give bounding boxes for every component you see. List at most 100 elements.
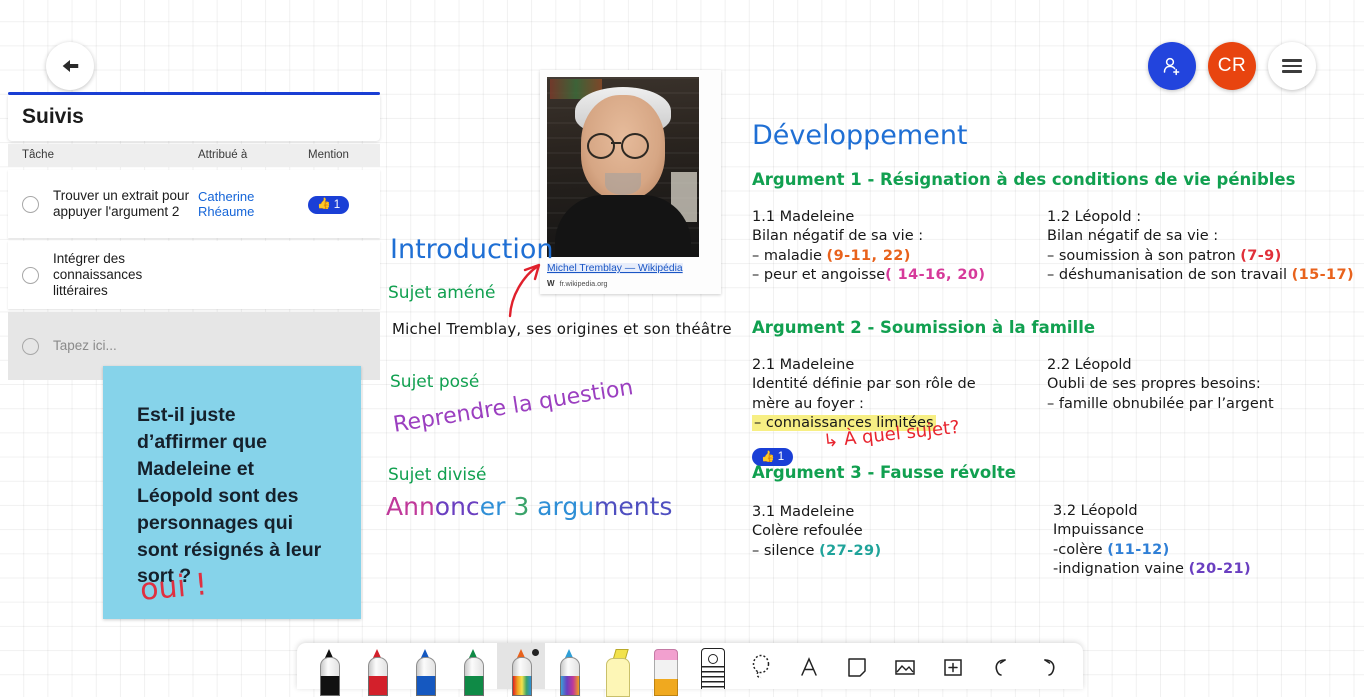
block-subtitle: Bilan négatif de sa vie : — [1047, 228, 1219, 245]
block-subtitle: Identité définie par son rôle de mère au… — [752, 376, 976, 412]
block-item: – soumission à son patron (7-9) — [1047, 247, 1282, 264]
argument-2-heading: Argument 2 - Soumission à la famille — [752, 318, 1096, 337]
task-checkbox[interactable] — [22, 195, 39, 213]
portrait-photo — [547, 77, 699, 257]
tool-pen-green[interactable] — [449, 643, 497, 696]
argument-2-right-block: 2.2 Léopold Oubli de ses propres besoins… — [1047, 356, 1274, 414]
tool-undo[interactable] — [977, 643, 1025, 689]
block-title: 2.2 Léopold — [1047, 357, 1132, 373]
column-header-mention: Mention — [308, 149, 349, 161]
task-checkbox[interactable] — [22, 337, 39, 355]
tool-pen-red[interactable] — [353, 643, 401, 696]
lasso-select-icon — [752, 654, 770, 679]
mention-count: 1 — [777, 451, 785, 463]
pen-black-icon — [318, 649, 340, 696]
wiki-card-source: W fr.wikipedia.org — [547, 279, 714, 288]
block-title: 1.2 Léopold : — [1047, 209, 1142, 225]
tool-eraser[interactable] — [641, 643, 689, 696]
table-row[interactable]: Intégrer des connaissances littéraires — [8, 241, 380, 309]
ruler-icon — [701, 648, 725, 689]
block-item: – maladie (9-11, 22) — [752, 247, 911, 264]
argument-2-left-block: 2.1 Madeleine Identité définie par son r… — [752, 356, 1002, 433]
task-checkbox[interactable] — [22, 266, 39, 284]
add-person-button[interactable] — [1148, 42, 1196, 90]
block-subtitle: Impuissance — [1053, 522, 1144, 539]
task-label: Trouver un extrait pour appuyer l'argume… — [53, 188, 190, 219]
undo-icon — [995, 659, 1006, 676]
add-person-icon — [1163, 57, 1180, 76]
block-subtitle: Bilan négatif de sa vie : — [752, 228, 924, 245]
pen-red-icon — [366, 649, 388, 696]
sticky-note-icon — [848, 658, 866, 677]
block-item: -indignation vaine (20-21) — [1053, 560, 1251, 577]
column-header-assignee: Attribué à — [198, 149, 248, 161]
mention-count: 1 — [333, 198, 341, 211]
tool-insert-shape[interactable] — [929, 643, 977, 689]
tool-pen-black[interactable] — [305, 643, 353, 696]
drawing-toolbar[interactable] — [297, 643, 1083, 697]
pen-rainbow-icon — [510, 649, 532, 696]
avatar-initials: CR — [1217, 55, 1247, 76]
line-reference: (11-12) — [1107, 541, 1170, 558]
pen-blue-icon — [414, 649, 436, 696]
sticky-note-text: Est-il juste d’affirmer que Madeleine et… — [137, 404, 322, 588]
block-item: -colère (11-12) — [1053, 541, 1170, 558]
wikipedia-link-card[interactable]: Michel Tremblay — Wikipédia W fr.wikiped… — [540, 70, 721, 294]
argument-1-heading: Argument 1 - Résignation à des condition… — [752, 170, 1296, 189]
redo-icon — [1044, 659, 1055, 676]
argument-1-left-block: 1.1 Madeleine Bilan négatif de sa vie : … — [752, 208, 985, 285]
label-sujet-amene: Sujet améné — [388, 283, 496, 303]
curved-arrow-icon — [508, 263, 541, 318]
tool-text[interactable] — [785, 643, 833, 689]
highlighter-icon — [605, 649, 630, 697]
text-icon — [801, 657, 817, 676]
table-column-headers: Tâche Attribué à Mention — [8, 144, 380, 167]
block-item: – peur et angoisse( 14-16, 20) — [752, 266, 986, 283]
tool-insert-image[interactable] — [881, 643, 929, 689]
line-reference: (20-21) — [1188, 560, 1251, 577]
intro-sujet-divise-note: Annoncer 3 arguments — [386, 492, 673, 521]
wiki-card-title[interactable]: Michel Tremblay — Wikipédia — [547, 263, 683, 274]
pen-green-icon — [462, 649, 484, 696]
plus-box-icon — [944, 659, 962, 676]
avatar[interactable]: CR — [1208, 42, 1256, 90]
line-reference: (7-9) — [1240, 247, 1282, 264]
menu-button[interactable] — [1268, 42, 1316, 90]
mention-badge[interactable]: 👍 1 — [308, 195, 350, 214]
hamburger-menu-icon — [1282, 59, 1302, 73]
tool-pen-blue[interactable] — [401, 643, 449, 696]
table-row[interactable]: Trouver un extrait pour appuyer l'argume… — [8, 170, 380, 238]
pen-galaxy-icon — [558, 649, 580, 696]
task-assignee[interactable]: Catherine Rhéaume — [198, 189, 308, 219]
tool-highlighter-yellow[interactable] — [593, 643, 641, 697]
panel-header: Suivis — [8, 95, 380, 141]
wiki-source-domain: fr.wikipedia.org — [559, 279, 608, 288]
development-heading: Développement — [752, 120, 968, 151]
tool-redo[interactable] — [1025, 643, 1073, 689]
block-title: 1.1 Madeleine — [752, 209, 855, 225]
block-item: – famille obnubilée par l’argent — [1047, 395, 1274, 412]
tool-ruler[interactable] — [689, 643, 737, 689]
block-title: 3.1 Madeleine — [752, 504, 855, 520]
line-reference: (27-29) — [819, 542, 882, 559]
block-title: 2.1 Madeleine — [752, 357, 855, 373]
new-task-input[interactable]: Tapez ici... — [53, 338, 213, 354]
label-sujet-pose: Sujet posé — [390, 372, 480, 392]
task-mention[interactable]: 👍 1 — [308, 194, 366, 214]
page-title: Suivis — [22, 105, 84, 128]
column-header-task: Tâche — [22, 149, 54, 161]
image-icon — [895, 660, 915, 675]
intro-sujet-amene-text: Michel Tremblay, ses origines et son thé… — [392, 320, 732, 338]
tool-lasso-select[interactable] — [737, 643, 785, 689]
back-button[interactable] — [46, 42, 94, 90]
argument-3-right-block: 3.2 Léopold Impuissance -colère (11-12) … — [1053, 502, 1251, 579]
tool-sticky-note[interactable] — [833, 643, 881, 689]
eraser-icon — [654, 649, 678, 696]
line-reference: (15-17) — [1291, 266, 1355, 283]
handwritten-oui-annotation: oui ! — [138, 567, 209, 608]
block-title: 3.2 Léopold — [1053, 503, 1138, 519]
tool-pen-galaxy[interactable] — [545, 643, 593, 696]
block-subtitle: Oubli de ses propres besoins: — [1047, 376, 1261, 393]
tool-pen-rainbow[interactable] — [497, 643, 545, 696]
block-subtitle: Colère refoulée — [752, 523, 863, 540]
